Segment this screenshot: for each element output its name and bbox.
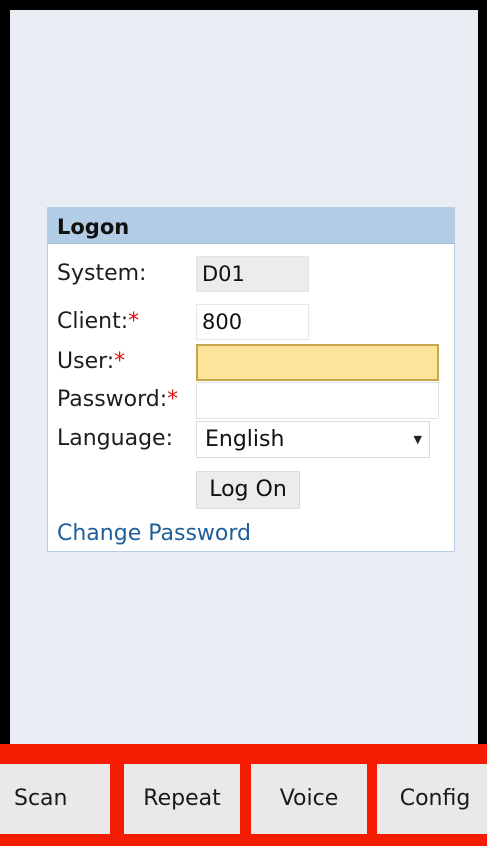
log-on-button[interactable]: Log On — [196, 471, 300, 509]
user-label: User:* — [57, 349, 126, 374]
logon-panel: Logon System: D01 Client:* 800 User:* Pa… — [47, 207, 455, 552]
user-input[interactable] — [196, 344, 439, 381]
language-row: Language: English ▼ — [48, 421, 454, 458]
footer-toolbar: Scan Repeat Voice Config — [0, 744, 487, 846]
required-marker: * — [114, 349, 126, 374]
user-row: User:* — [48, 344, 454, 381]
system-field: D01 — [196, 256, 309, 292]
system-label: System: — [57, 261, 147, 286]
client-field[interactable]: 800 — [196, 304, 309, 340]
password-input[interactable] — [196, 382, 439, 419]
voice-button[interactable]: Voice — [251, 764, 367, 834]
app-screen: Logon System: D01 Client:* 800 User:* Pa… — [10, 10, 478, 744]
repeat-button[interactable]: Repeat — [124, 764, 240, 834]
required-marker: * — [167, 387, 179, 412]
client-label: Client:* — [57, 309, 140, 334]
language-select[interactable]: English ▼ — [196, 421, 430, 458]
required-marker: * — [128, 309, 140, 334]
chevron-down-icon: ▼ — [413, 433, 422, 446]
password-row: Password:* — [48, 382, 454, 419]
client-row: Client:* 800 — [48, 304, 454, 340]
language-label: Language: — [57, 426, 173, 451]
password-label: Password:* — [57, 387, 179, 412]
panel-title: Logon — [48, 208, 454, 244]
config-button[interactable]: Config — [377, 764, 487, 834]
scan-button[interactable]: Scan — [0, 764, 110, 834]
change-password-link[interactable]: Change Password — [57, 521, 251, 546]
language-selected-value: English — [205, 427, 285, 452]
system-row: System: D01 — [48, 256, 454, 292]
